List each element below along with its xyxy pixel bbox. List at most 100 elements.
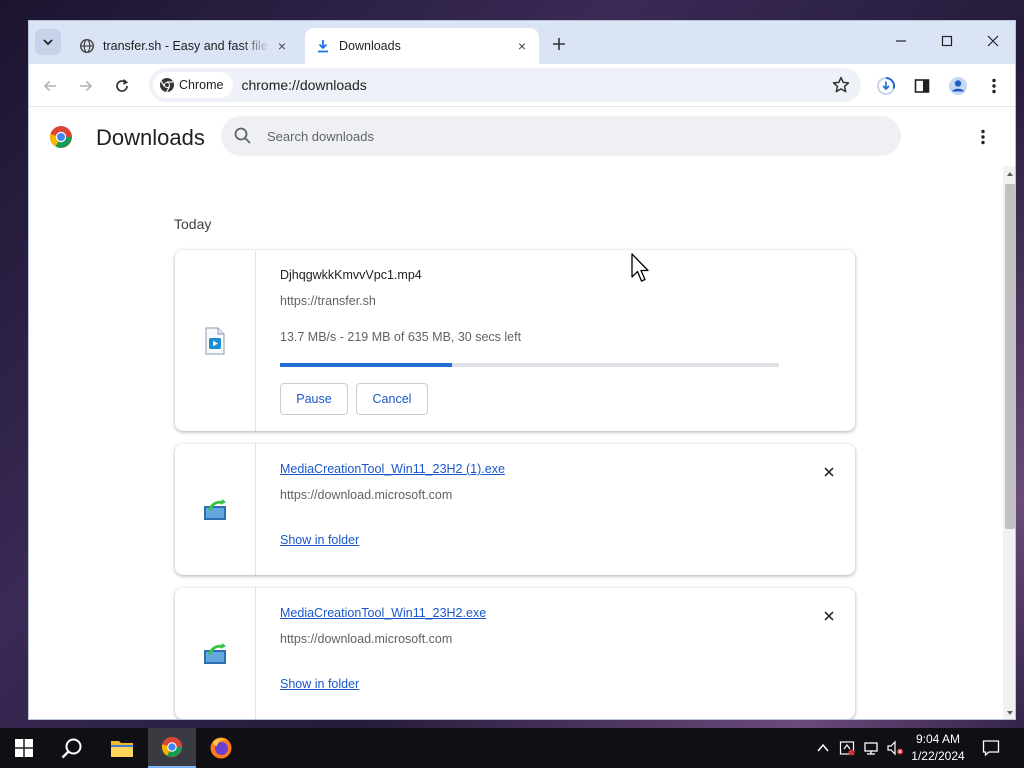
file-name-link[interactable]: MediaCreationTool_Win11_23H2 (1).exe — [280, 462, 505, 476]
pause-button[interactable]: Pause — [280, 383, 348, 415]
progress-fill — [280, 363, 453, 367]
remove-download-button[interactable] — [819, 606, 839, 626]
mouse-cursor-icon — [631, 253, 649, 282]
chrome-icon — [160, 78, 174, 93]
download-status: 13.7 MB/s - 219 MB of 635 MB, 30 secs le… — [280, 330, 522, 344]
chevron-up-icon — [817, 743, 829, 752]
tab-close-button[interactable]: × — [511, 35, 533, 57]
show-in-folder-link[interactable]: Show in folder — [280, 533, 359, 547]
taskbar-firefox[interactable] — [197, 728, 245, 768]
file-name: DjhqgwkkKmvvVpc1.mp4 — [280, 268, 422, 282]
file-icon-column — [175, 250, 256, 431]
download-icon — [315, 38, 331, 54]
chip-label: Chrome — [179, 78, 224, 92]
maximize-button[interactable] — [924, 27, 970, 55]
close-icon — [987, 35, 999, 47]
tab-downloads[interactable]: Downloads × — [305, 28, 539, 64]
avatar-icon — [949, 77, 967, 95]
clock-date: 1/22/2024 — [911, 749, 965, 763]
volume-tray-icon[interactable] — [886, 739, 904, 757]
shield-warning-icon — [839, 741, 855, 756]
file-icon-column — [175, 444, 256, 575]
address-bar[interactable]: Chrome chrome://downloads — [149, 68, 861, 102]
side-panel-button[interactable] — [907, 71, 937, 101]
source-url[interactable]: https://transfer.sh — [280, 294, 376, 308]
close-icon — [824, 467, 834, 477]
scroll-down-icon[interactable] — [1006, 709, 1014, 717]
reload-icon — [116, 79, 129, 92]
download-item-completed: MediaCreationTool_Win11_23H2 (1).exe htt… — [175, 444, 855, 575]
downloads-page: Downloads Today — [29, 108, 1015, 719]
back-button[interactable] — [35, 71, 65, 101]
profile-button[interactable] — [943, 71, 973, 101]
arrow-right-icon — [80, 80, 93, 92]
star-icon[interactable] — [831, 75, 851, 95]
url-text[interactable]: chrome://downloads — [241, 77, 366, 93]
downloads-menu-button[interactable] — [971, 125, 995, 149]
windows-logo-icon — [15, 739, 33, 757]
tab-search-button[interactable] — [35, 29, 61, 55]
kebab-menu-icon — [992, 78, 996, 94]
installer-icon — [204, 498, 226, 520]
clock-time: 9:04 AM — [915, 732, 961, 746]
arrow-left-icon — [43, 80, 56, 92]
close-icon — [824, 611, 834, 621]
folder-icon — [111, 741, 133, 757]
downloads-toolbar-button[interactable] — [871, 71, 901, 101]
search-input[interactable] — [267, 128, 827, 144]
browser-menu-button[interactable] — [979, 71, 1009, 101]
security-tray-icon[interactable] — [838, 739, 856, 757]
download-item-completed: MediaCreationTool_Win11_23H2.exe https:/… — [175, 588, 855, 719]
side-panel-icon — [914, 79, 930, 93]
show-in-folder-link[interactable]: Show in folder — [280, 677, 359, 691]
download-progress-icon — [877, 77, 895, 95]
notifications-button[interactable] — [982, 739, 1000, 757]
taskbar-search-button[interactable] — [48, 728, 96, 768]
tab-close-button[interactable]: × — [271, 35, 293, 57]
minimize-icon — [896, 40, 906, 42]
cancel-button[interactable]: Cancel — [356, 383, 428, 415]
plus-icon — [553, 38, 565, 50]
chevron-down-icon — [43, 39, 53, 46]
video-file-icon — [205, 327, 225, 354]
search-icon — [61, 738, 82, 759]
reload-button[interactable] — [107, 71, 137, 101]
remove-download-button[interactable] — [819, 462, 839, 482]
page-title: Downloads — [96, 125, 205, 150]
network-tray-icon[interactable] — [862, 739, 880, 757]
downloads-list: Today DjhqgwkkKmvvVpc1.mp4 https://trans… — [29, 166, 1015, 719]
taskbar-file-explorer[interactable] — [98, 728, 146, 768]
forward-button[interactable] — [71, 71, 101, 101]
progress-bar — [280, 363, 779, 367]
firefox-icon — [210, 737, 232, 759]
minimize-button[interactable] — [878, 27, 924, 55]
start-button[interactable] — [0, 728, 48, 768]
browser-toolbar: Chrome chrome://downloads — [29, 64, 1015, 107]
globe-icon — [79, 38, 95, 54]
taskbar-clock[interactable]: 9:04 AM 1/22/2024 — [906, 731, 970, 765]
volume-muted-icon — [887, 740, 903, 756]
source-url[interactable]: https://download.microsoft.com — [280, 488, 452, 502]
new-tab-button[interactable] — [547, 32, 571, 56]
scroll-thumb[interactable] — [1005, 184, 1015, 529]
maximize-icon — [941, 35, 953, 47]
downloads-header: Downloads — [29, 108, 1015, 166]
page-scrollbar[interactable] — [1003, 166, 1015, 719]
taskbar-chrome[interactable] — [148, 728, 196, 768]
search-icon — [234, 127, 251, 144]
source-url[interactable]: https://download.microsoft.com — [280, 632, 452, 646]
close-window-button[interactable] — [970, 27, 1015, 55]
file-name-link[interactable]: MediaCreationTool_Win11_23H2.exe — [280, 606, 486, 620]
notification-icon — [982, 740, 1000, 757]
tab-title: Downloads — [339, 39, 401, 53]
site-info-chip[interactable]: Chrome — [153, 72, 234, 98]
scroll-up-icon[interactable] — [1006, 170, 1014, 178]
show-hidden-icons-button[interactable] — [814, 739, 832, 757]
tab-transfer-sh[interactable]: transfer.sh - Easy and fast file sharing… — [69, 28, 299, 64]
installer-icon — [204, 642, 226, 664]
chrome-icon — [161, 736, 183, 758]
tab-title: transfer.sh - Easy and fast file sharing… — [103, 39, 271, 53]
tab-strip: transfer.sh - Easy and fast file sharing… — [29, 21, 1015, 64]
search-downloads-box[interactable] — [221, 116, 901, 156]
chrome-logo-icon — [50, 126, 72, 148]
